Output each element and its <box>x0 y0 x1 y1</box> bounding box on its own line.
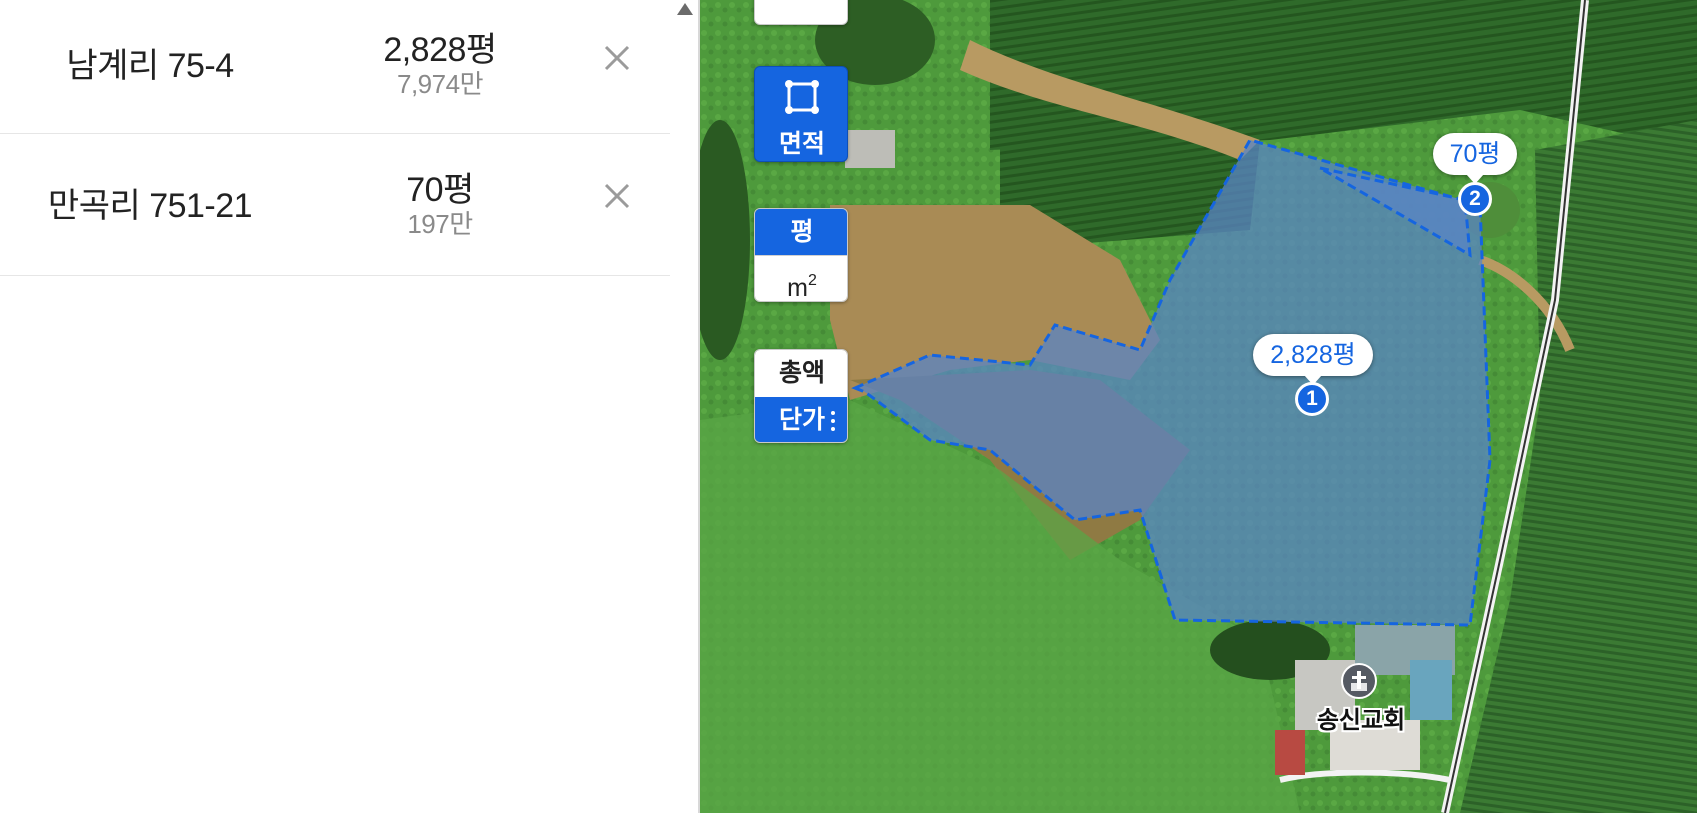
parcel-list-panel: 남계리 75-4 2,828평 7,974만 만곡리 751-21 70평 19… <box>0 0 698 813</box>
list-item[interactable]: 만곡리 751-21 70평 197만 <box>0 134 670 276</box>
parcel-marker[interactable]: 1 <box>1295 382 1329 416</box>
area-measure-label: 면적 <box>778 130 825 158</box>
polygon-select-icon <box>785 80 819 114</box>
close-icon <box>604 45 630 71</box>
unit-pyeong-option[interactable]: 평 <box>755 209 847 255</box>
remove-parcel-button[interactable] <box>595 174 639 218</box>
area-measure-button[interactable]: 면적 <box>754 66 848 162</box>
map-control-button[interactable] <box>754 0 848 25</box>
list-item[interactable]: 남계리 75-4 2,828평 7,974만 <box>0 0 670 134</box>
parcel-area-label[interactable]: 2,828평 <box>1253 334 1373 385</box>
parcel-area-label[interactable]: 70평 <box>1433 133 1517 184</box>
parcel-price: 7,974만 <box>397 69 483 99</box>
parcel-name: 만곡리 751-21 <box>47 187 253 225</box>
price-mode-toggle: 총액 단가 <box>754 349 848 443</box>
price-unit-option[interactable]: 단가 <box>755 397 847 442</box>
parcel-marker[interactable]: 2 <box>1458 182 1492 216</box>
close-icon <box>604 183 630 209</box>
unit-sqm-superscript: 2 <box>807 272 817 289</box>
scroll-up-arrow-icon[interactable] <box>675 0 695 18</box>
satellite-map[interactable] <box>700 0 1697 813</box>
poi-label: 송신교회 <box>1316 707 1406 734</box>
parcel-name: 남계리 75-4 <box>66 47 234 85</box>
map-imagery <box>700 0 1697 813</box>
price-unit-label: 단가 <box>778 406 825 434</box>
church-icon[interactable] <box>1341 663 1377 699</box>
more-options-icon[interactable] <box>831 409 835 433</box>
unit-sqm-label: m <box>787 274 808 302</box>
price-total-option[interactable]: 총액 <box>755 350 847 397</box>
unit-sqm-option[interactable]: m2 <box>755 255 847 302</box>
parcel-price: 197만 <box>407 209 473 239</box>
remove-parcel-button[interactable] <box>595 36 639 80</box>
unit-toggle: 평 m2 <box>754 208 848 302</box>
